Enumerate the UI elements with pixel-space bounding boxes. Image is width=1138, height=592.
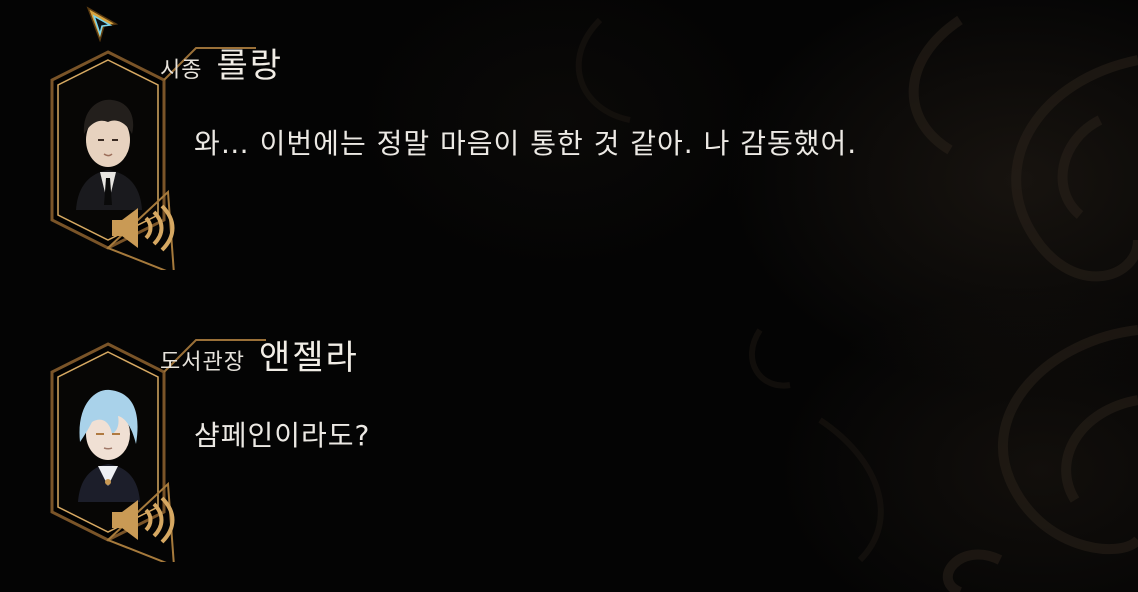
log-entry: 시종 롤랑 와… 이번에는 정말 마음이 통한 것 같아. 나 감동했어. [0,30,1138,290]
voice-replay-button[interactable] [108,200,180,256]
speaker-icon [112,496,175,544]
dialogue-line: 샴페인이라도? [194,419,371,452]
dialogue-line: 와… 이번에는 정말 마음이 통한 것 같아. 나 감동했어. [194,127,858,160]
speaker-icon [112,204,175,252]
speaker-name: 롤랑 [216,46,284,86]
speaker-name-plate: 시종 롤랑 [160,38,283,86]
log-entry: 도서관장 앤젤라 샴페인이라도? [0,322,1138,582]
speaker-title: 시종 [160,58,203,83]
speaker-name-plate: 도서관장 앤젤라 [160,330,359,378]
voice-replay-button[interactable] [108,492,180,548]
dialogue-log-screen: 시종 롤랑 와… 이번에는 정말 마음이 통한 것 같아. 나 감동했어. 도서… [0,0,1138,592]
speaker-title: 도서관장 [160,350,245,375]
speaker-name: 앤젤라 [258,338,359,378]
